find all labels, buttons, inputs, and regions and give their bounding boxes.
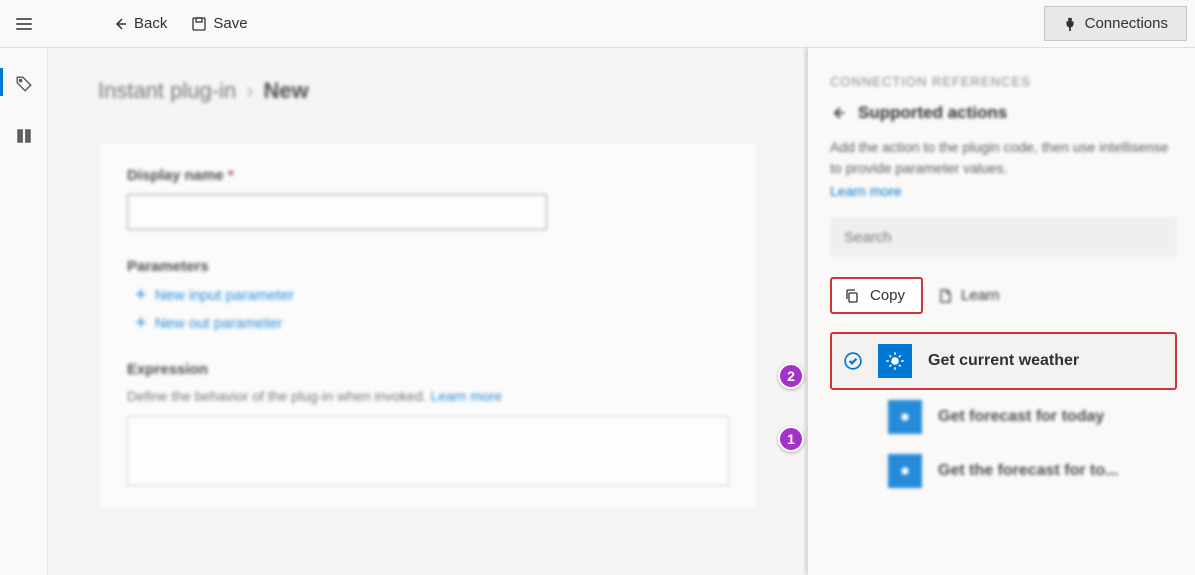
breadcrumb: Instant plug-in › New (98, 78, 782, 104)
action-label: Get forecast for today (938, 408, 1104, 426)
chevron-right-icon: › (246, 78, 253, 104)
breadcrumb-current: New (264, 78, 309, 104)
panel-description: Add the action to the plugin code, then … (830, 137, 1177, 179)
connection-references-panel: CONNECTION REFERENCES Supported actions … (808, 48, 1195, 575)
connections-label: Connections (1085, 15, 1168, 32)
copy-button[interactable]: Copy (830, 277, 923, 314)
form-card: Display name * Parameters + New input pa… (98, 142, 758, 511)
rail-tag-icon[interactable] (8, 68, 40, 100)
new-input-parameter-button[interactable]: + New input parameter (135, 285, 729, 305)
save-icon (191, 16, 207, 32)
connections-button[interactable]: Connections (1044, 6, 1187, 41)
action-get-current-weather[interactable]: Get current weather (830, 332, 1177, 390)
panel-header: CONNECTION REFERENCES (830, 74, 1177, 89)
copy-label: Copy (870, 287, 905, 304)
rail-book-icon[interactable] (8, 120, 40, 152)
copy-icon (844, 288, 860, 304)
callout-2: 2 (778, 363, 804, 389)
save-button[interactable]: Save (179, 9, 259, 38)
plug-icon (1063, 17, 1077, 31)
expression-description: Define the behavior of the plug-in when … (127, 388, 729, 404)
search-input[interactable] (830, 217, 1177, 257)
panel-title: Supported actions (858, 103, 1007, 123)
display-name-label: Display name * (127, 167, 729, 184)
action-label: Get the forecast for to... (938, 462, 1118, 480)
expression-editor[interactable] (127, 416, 729, 486)
left-nav-rail (0, 48, 48, 575)
action-get-forecast-tomorrow[interactable]: Get the forecast for to... (830, 444, 1177, 498)
arrow-left-icon[interactable] (830, 105, 846, 121)
parameters-heading: Parameters (127, 258, 729, 275)
display-name-input[interactable] (127, 194, 547, 230)
document-icon (937, 288, 953, 304)
save-label: Save (213, 15, 247, 32)
weather-icon (888, 400, 922, 434)
plus-icon: + (135, 313, 147, 333)
main-form-pane: Instant plug-in › New Display name * Par… (48, 48, 808, 575)
callout-1: 1 (778, 426, 804, 452)
back-label: Back (134, 15, 167, 32)
arrow-left-icon (112, 16, 128, 32)
learn-button[interactable]: Learn (937, 287, 999, 304)
hamburger-icon[interactable] (8, 8, 40, 40)
expression-heading: Expression (127, 361, 729, 378)
top-toolbar: Back Save Connections (0, 0, 1195, 48)
check-circle-icon (844, 352, 862, 370)
action-get-forecast-today[interactable]: Get forecast for today (830, 390, 1177, 444)
back-button[interactable]: Back (100, 9, 179, 38)
breadcrumb-parent[interactable]: Instant plug-in (98, 78, 236, 104)
action-label: Get current weather (928, 352, 1079, 370)
plus-icon: + (135, 285, 147, 305)
expression-learn-more-link[interactable]: Learn more (431, 388, 503, 404)
panel-learn-more-link[interactable]: Learn more (830, 183, 902, 199)
weather-icon (878, 344, 912, 378)
weather-icon (888, 454, 922, 488)
new-out-parameter-button[interactable]: + New out parameter (135, 313, 729, 333)
learn-label: Learn (961, 287, 999, 304)
